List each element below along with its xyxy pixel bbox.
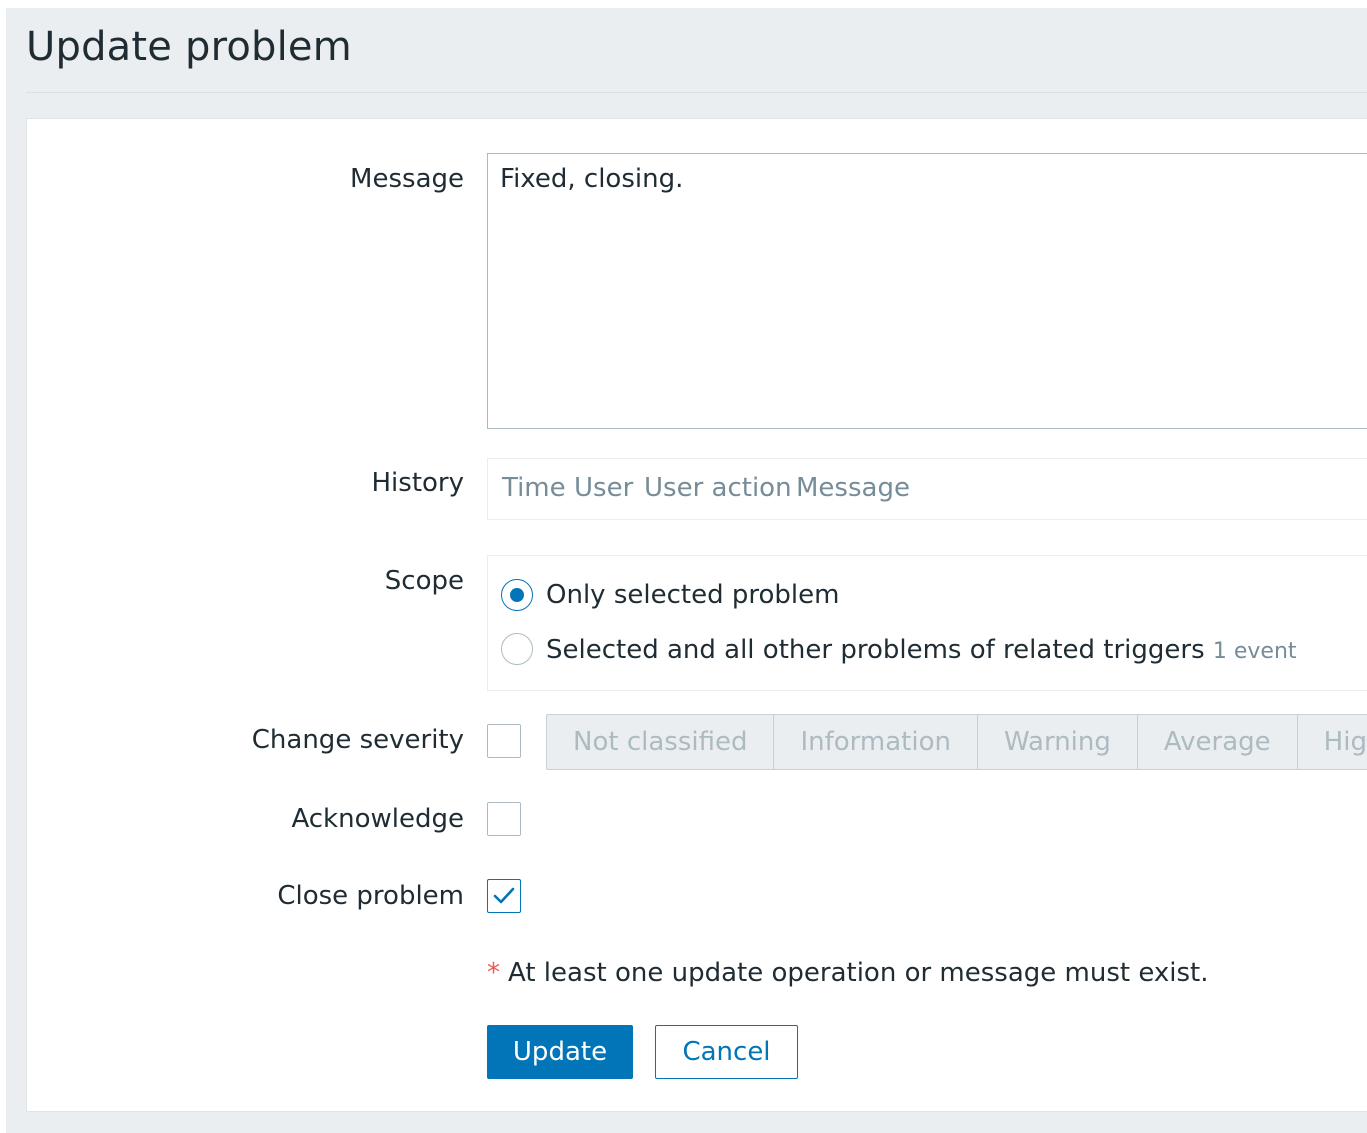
cancel-button[interactable]: Cancel	[655, 1025, 798, 1079]
checkmark-icon	[493, 887, 515, 904]
page-title: Update problem	[26, 24, 352, 70]
severity-high[interactable]: High	[1298, 715, 1367, 769]
history-column-message: Message	[796, 473, 910, 503]
scope-radio-only-selected[interactable]	[501, 579, 533, 611]
severity-selector: Not classified Information Warning Avera…	[546, 714, 1367, 770]
acknowledge-label: Acknowledge	[291, 804, 464, 834]
scope-option-all-related-text: Selected and all other problems of relat…	[546, 635, 1205, 665]
message-textarea[interactable]: Fixed, closing.	[487, 153, 1367, 429]
severity-not-classified[interactable]: Not classified	[547, 715, 775, 769]
history-label: History	[371, 468, 465, 498]
close-problem-label: Close problem	[277, 881, 464, 911]
message-label: Message	[350, 164, 464, 194]
required-note-text: At least one update operation or message…	[508, 958, 1209, 988]
severity-warning[interactable]: Warning	[978, 715, 1138, 769]
severity-information[interactable]: Information	[774, 715, 978, 769]
required-marker: *	[487, 958, 500, 988]
history-column-user-action: User action	[644, 473, 792, 503]
scope-radio-all-related[interactable]	[501, 633, 533, 665]
title-divider	[26, 92, 1367, 93]
required-note: * At least one update operation or messag…	[487, 958, 1209, 988]
change-severity-label: Change severity	[251, 725, 464, 755]
scope-label: Scope	[384, 566, 464, 596]
severity-average[interactable]: Average	[1138, 715, 1298, 769]
scope-option-only-selected-label[interactable]: Only selected problem	[546, 580, 839, 610]
close-problem-checkbox[interactable]	[487, 879, 521, 913]
update-button[interactable]: Update	[487, 1025, 633, 1079]
event-count-hint: 1 event	[1212, 639, 1297, 664]
acknowledge-checkbox[interactable]	[487, 802, 521, 836]
history-table: Time User User action Message	[487, 458, 1367, 520]
history-column-time: Time	[502, 473, 566, 503]
history-column-user: User	[574, 473, 634, 503]
change-severity-checkbox[interactable]	[487, 724, 521, 758]
scope-option-all-related-label[interactable]: Selected and all other problems of relat…	[546, 635, 1297, 665]
scope-options: Only selected problem Selected and all o…	[487, 555, 1367, 691]
